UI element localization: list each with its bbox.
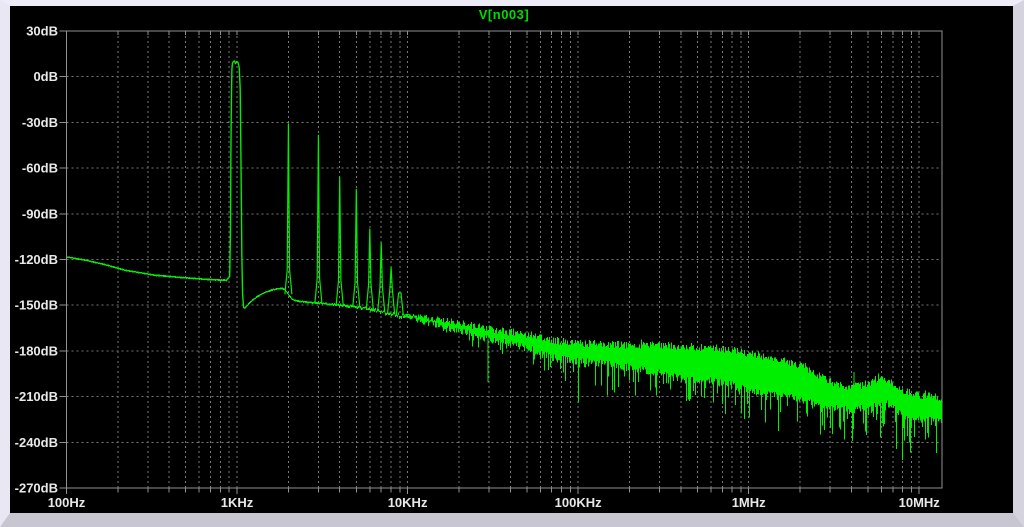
- svg-text:1KHz: 1KHz: [221, 495, 254, 510]
- svg-text:-210dB: -210dB: [15, 389, 58, 404]
- svg-text:0dB: 0dB: [33, 69, 58, 84]
- svg-text:10KHz: 10KHz: [388, 495, 428, 510]
- fft-plot-canvas[interactable]: 30dB 0dB -30dB -60dB -90dB -120dB -150dB -180dB…: [10, 6, 1013, 513]
- svg-text:1MHz: 1MHz: [732, 495, 766, 510]
- svg-text:30dB: 30dB: [26, 24, 58, 39]
- svg-text:-180dB: -180dB: [15, 343, 58, 358]
- svg-text:-90dB: -90dB: [22, 206, 58, 221]
- svg-text:-30dB: -30dB: [22, 115, 58, 130]
- svg-text:100KHz: 100KHz: [555, 495, 602, 510]
- svg-text:10MHz: 10MHz: [899, 495, 941, 510]
- waveform-viewer-window: V[n003] 30dB0dB-30dB-60dB-90dB-120dB-150…: [0, 0, 1024, 527]
- svg-text:100Hz: 100Hz: [48, 495, 86, 510]
- svg-text:-270dB: -270dB: [15, 481, 58, 496]
- svg-text:-60dB: -60dB: [22, 161, 58, 176]
- svg-text:-120dB: -120dB: [15, 252, 58, 267]
- svg-text:-240dB: -240dB: [15, 435, 58, 450]
- svg-text:-150dB: -150dB: [15, 298, 58, 313]
